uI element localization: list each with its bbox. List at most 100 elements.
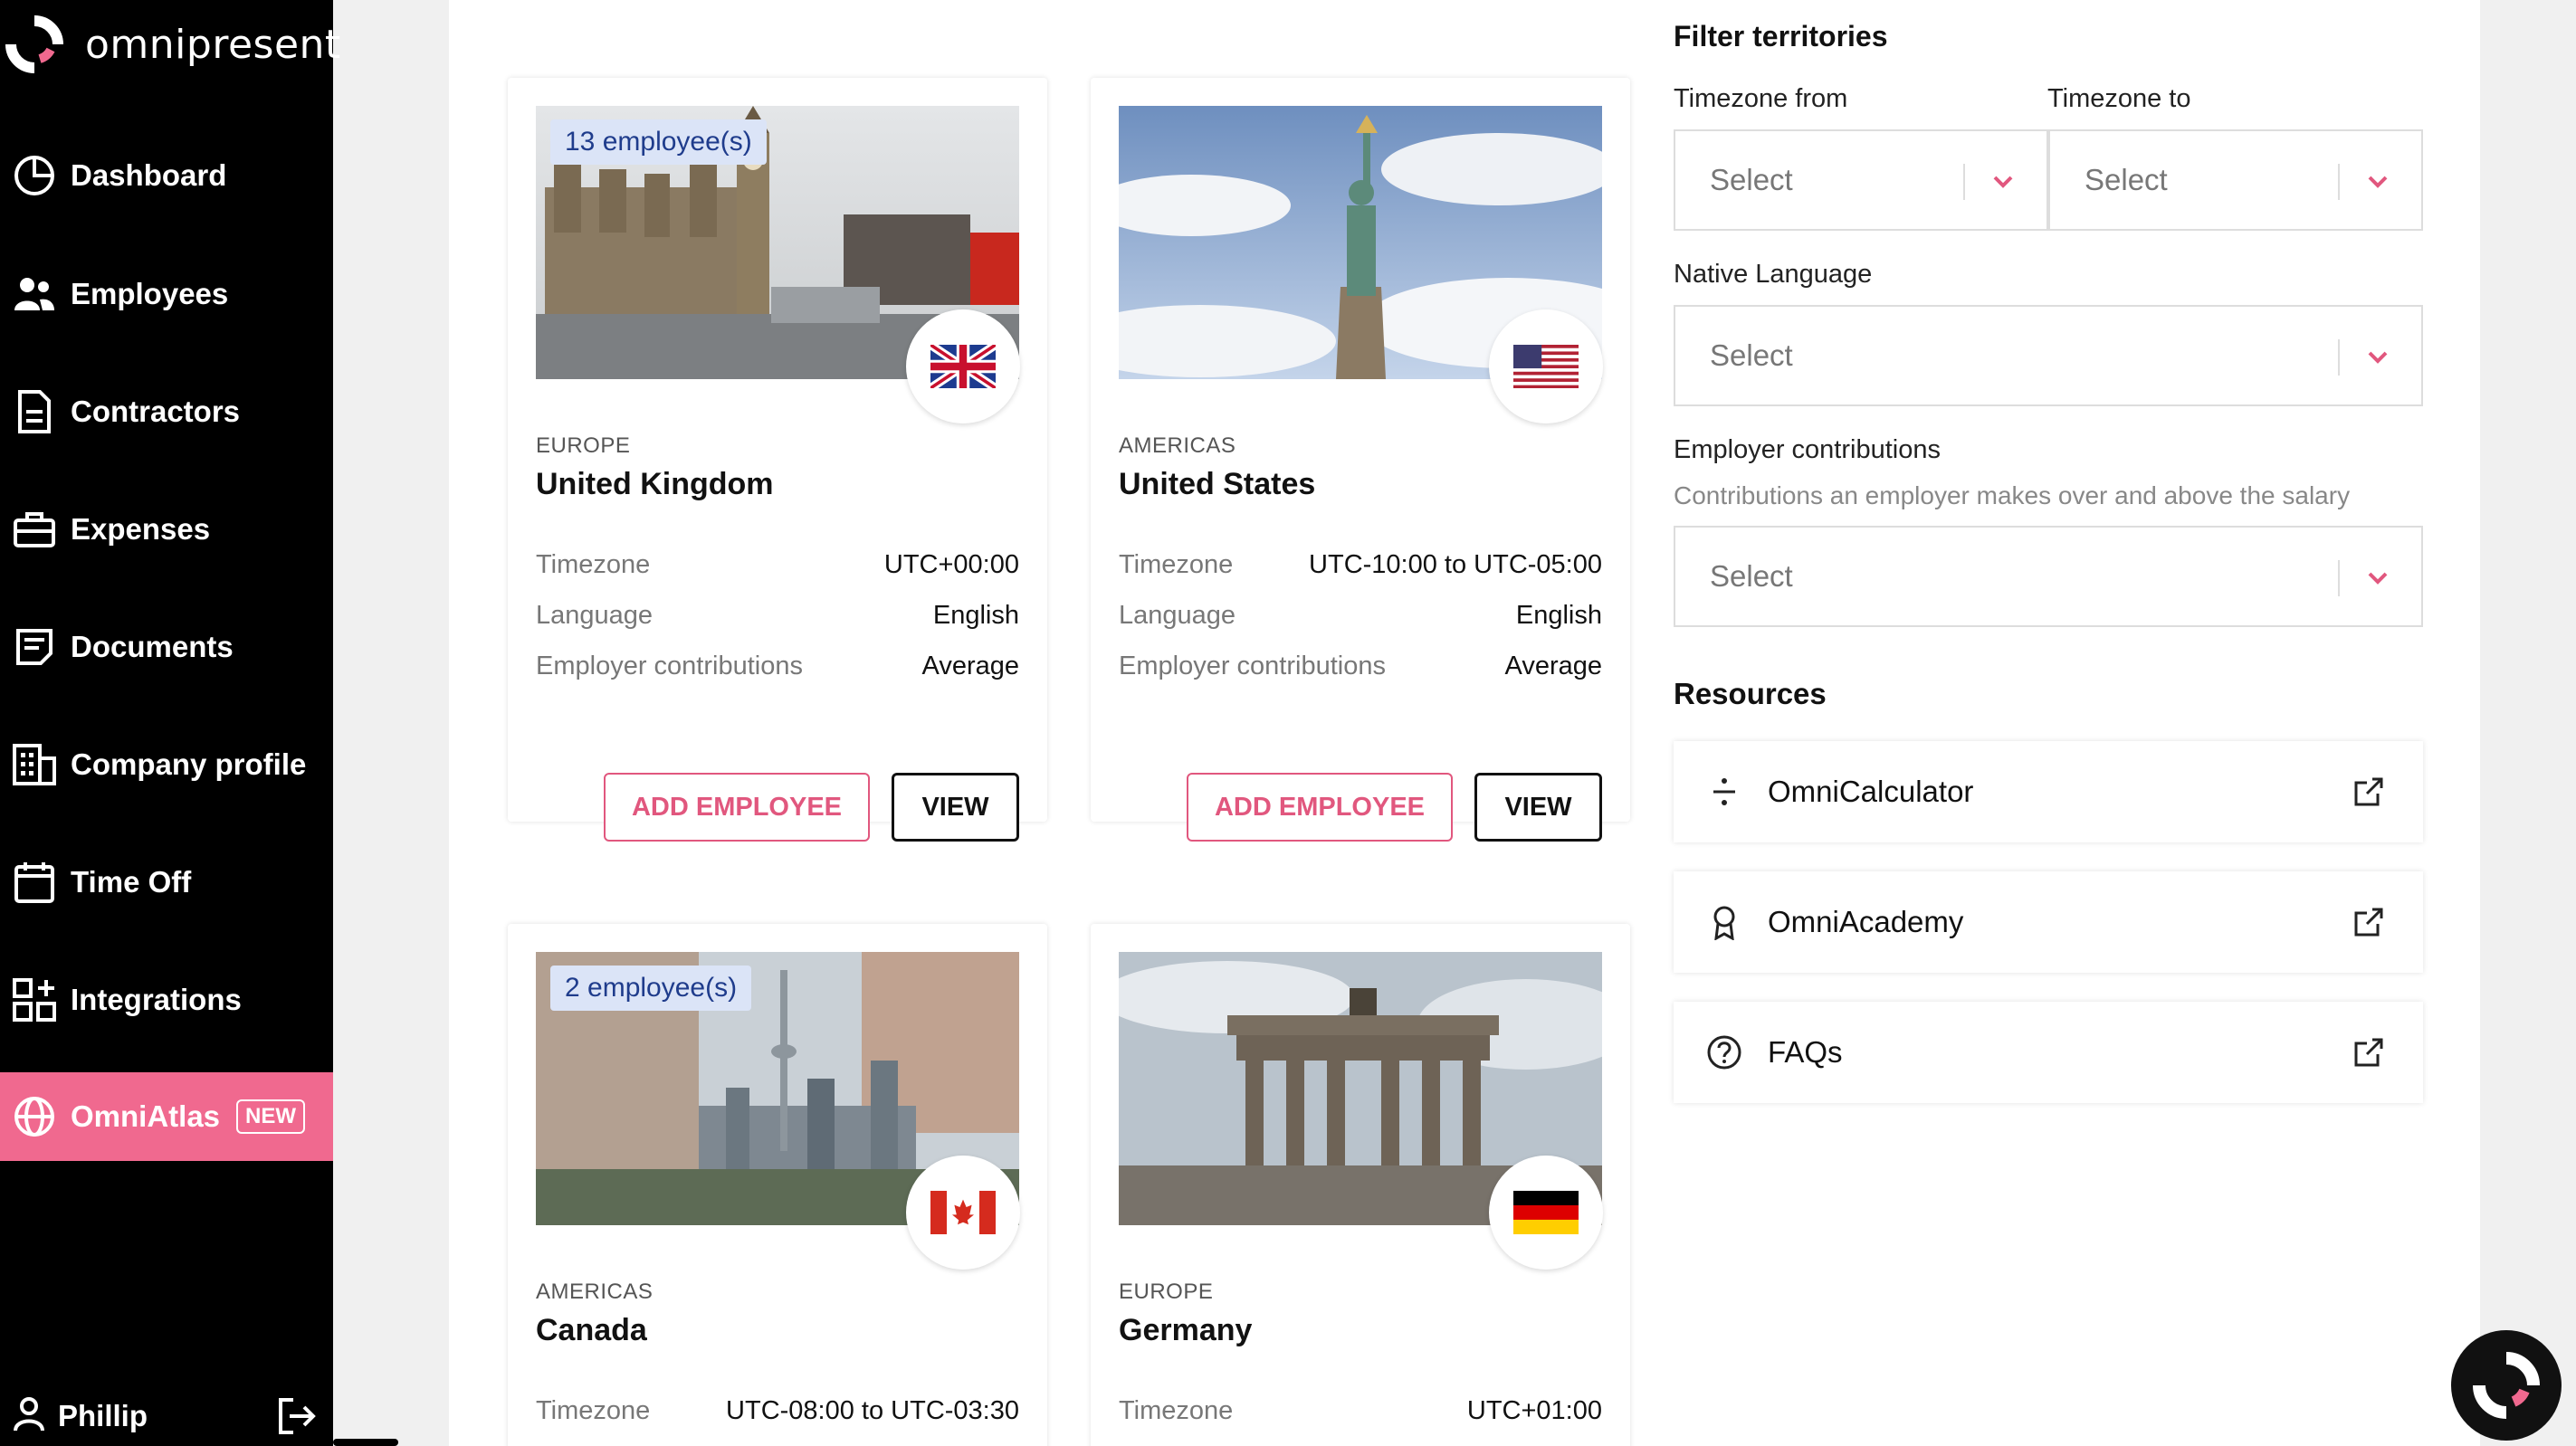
contributions-label: Employer contributions <box>536 652 803 680</box>
chevron-down-icon <box>2361 166 2394 198</box>
timezone-from-select[interactable]: Select <box>1674 129 2048 231</box>
user-icon <box>13 1396 45 1437</box>
sidebar-item-expenses[interactable]: Expenses <box>0 485 333 574</box>
sidebar-item-employees[interactable]: Employees <box>0 250 333 338</box>
add-employee-button[interactable]: ADD EMPLOYEE <box>604 773 870 842</box>
omnipresent-logo-icon <box>2473 1352 2540 1419</box>
resource-label: OmniCalculator <box>1768 775 1974 808</box>
sidebar-scrollbar[interactable] <box>333 1439 398 1446</box>
timezone-row: Timezone UTC+01:00 <box>1119 1396 1602 1426</box>
timezone-value: UTC-10:00 to UTC-05:00 <box>1309 550 1602 579</box>
sidebar-item-company-profile[interactable]: Company profile <box>0 720 333 809</box>
country-name: United States <box>1119 467 1316 501</box>
region-label: AMERICAS <box>1119 433 1236 458</box>
resources-title: Resources <box>1674 677 1827 710</box>
add-employee-button[interactable]: ADD EMPLOYEE <box>1187 773 1453 842</box>
sidebar-item-dashboard[interactable]: Dashboard <box>0 131 333 220</box>
contributions-label: Employer contributions <box>1119 652 1386 680</box>
resource-omniacademy[interactable]: OmniAcademy <box>1674 871 2423 973</box>
timezone-row: Timezone UTC+00:00 <box>536 550 1019 580</box>
sidebar-item-label: Dashboard <box>71 158 227 192</box>
building-icon <box>13 743 56 786</box>
external-link-icon[interactable] <box>2351 774 2387 810</box>
region-label: EUROPE <box>1119 1280 1214 1304</box>
user-menu[interactable]: Phillip <box>13 1389 320 1443</box>
sidebar-item-label: Integrations <box>71 983 242 1016</box>
timezone-value: UTC+01:00 <box>1466 1396 1602 1425</box>
timezone-label: Timezone <box>536 1396 651 1425</box>
timezone-to-select[interactable]: Select <box>2048 129 2423 231</box>
divide-icon <box>1706 774 1742 810</box>
contributions-row: Employer contributions Average <box>536 652 1019 681</box>
employer-contributions-help: Contributions an employer makes over and… <box>1674 481 2351 509</box>
country-card-us: AMERICAS United States Timezone UTC-10:00… <box>1091 78 1630 842</box>
sidebar-item-omniatlas[interactable]: OmniAtlas NEW <box>0 1072 333 1161</box>
resource-faqs[interactable]: FAQs <box>1674 1002 2423 1103</box>
external-link-icon[interactable] <box>2351 904 2387 940</box>
sidebar-item-contractors[interactable]: Contractors <box>0 367 333 456</box>
sidebar-item-label: Expenses <box>71 512 211 546</box>
contributions-value: Average <box>921 652 1020 680</box>
sidebar-item-label: OmniAtlas <box>71 1099 221 1133</box>
region-label: AMERICAS <box>536 1280 654 1304</box>
timezone-row: Timezone UTC-08:00 to UTC-03:30 <box>536 1396 1019 1426</box>
contributions-row: Employer contributions Average <box>1119 652 1602 681</box>
view-button[interactable]: VIEW <box>1474 773 1602 842</box>
language-label: Language <box>1119 601 1236 630</box>
contributions-value: Average <box>1504 652 1603 680</box>
sidebar-item-label: Company profile <box>71 747 307 781</box>
resource-label: FAQs <box>1768 1035 1843 1069</box>
country-name: Germany <box>1119 1313 1253 1347</box>
timezone-label: Timezone <box>1119 1396 1234 1425</box>
sidebar-item-label: Contractors <box>71 395 241 428</box>
timezone-value: UTC+00:00 <box>883 550 1019 579</box>
logout-icon[interactable] <box>277 1396 320 1440</box>
chevron-down-icon <box>1987 166 2019 198</box>
timezone-label: Timezone <box>1119 550 1234 579</box>
timezone-label: Timezone <box>536 550 651 579</box>
select-placeholder: Select <box>1710 559 1793 593</box>
select-placeholder: Select <box>2085 163 2168 196</box>
select-placeholder: Select <box>1710 163 1793 196</box>
globe-icon <box>13 1095 56 1138</box>
omnipresent-logo-icon <box>5 15 63 73</box>
language-value: English <box>932 601 1019 630</box>
language-value: English <box>1515 601 1602 630</box>
grid-plus-icon <box>13 978 56 1022</box>
new-badge: NEW <box>236 1099 306 1134</box>
germany-flag-icon <box>1489 1156 1603 1270</box>
chat-help-button[interactable] <box>2451 1330 2562 1441</box>
sidebar-item-time-off[interactable]: Time Off <box>0 838 333 927</box>
language-row: Language English <box>1119 601 1602 631</box>
sidebar-item-integrations[interactable]: Integrations <box>0 956 333 1044</box>
view-button[interactable]: VIEW <box>892 773 1019 842</box>
resource-omnicalculator[interactable]: OmniCalculator <box>1674 741 2423 842</box>
chevron-down-icon <box>2361 562 2394 595</box>
timezone-from-label: Timezone from <box>1674 84 1848 113</box>
employee-count-badge: 13 employee(s) <box>550 119 767 165</box>
sidebar-item-documents[interactable]: Documents <box>0 603 333 691</box>
file-text-icon <box>13 625 56 669</box>
user-name: Phillip <box>58 1399 148 1432</box>
logo[interactable]: omnipresent <box>5 13 341 76</box>
sidebar: omnipresent Dashboard Employees Contract… <box>0 0 340 1446</box>
timezone-row: Timezone UTC-10:00 to UTC-05:00 <box>1119 550 1602 580</box>
native-language-select[interactable]: Select <box>1674 305 2423 406</box>
timezone-to-label: Timezone to <box>2047 84 2191 113</box>
country-card-canada: 2 employee(s) AMERICAS Canada Timezone UT… <box>508 924 1047 1446</box>
uk-flag-icon <box>906 309 1020 423</box>
calendar-icon <box>13 861 56 904</box>
award-icon <box>1706 904 1742 941</box>
external-link-icon[interactable] <box>2351 1034 2387 1070</box>
employer-contributions-select[interactable]: Select <box>1674 526 2423 627</box>
region-label: EUROPE <box>536 433 631 458</box>
sidebar-item-label: Time Off <box>71 865 192 899</box>
resource-label: OmniAcademy <box>1768 905 1964 938</box>
us-flag-icon <box>1489 309 1603 423</box>
chevron-down-icon <box>2361 341 2394 374</box>
native-language-label: Native Language <box>1674 260 1873 289</box>
help-circle-icon <box>1706 1034 1742 1070</box>
country-card-uk: 13 employee(s) EUROPE United Kingdom Tim… <box>508 78 1047 842</box>
briefcase-icon <box>13 508 56 551</box>
brand-name: omnipresent <box>85 21 341 68</box>
